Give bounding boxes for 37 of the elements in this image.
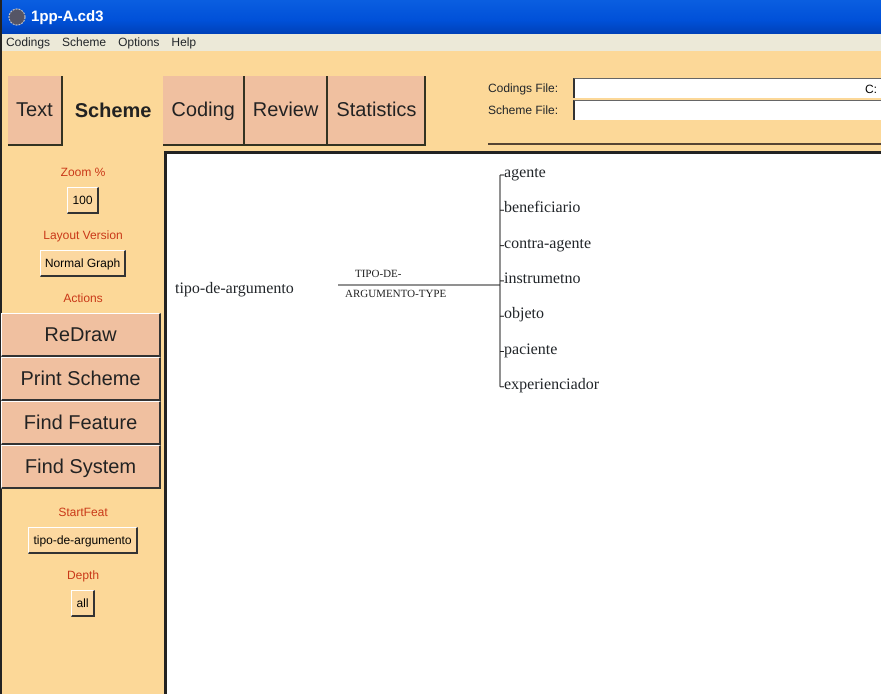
section-label: Zoom % <box>60 164 106 181</box>
menu-item[interactable]: Options <box>118 35 160 50</box>
field-label: Codings File: <box>488 80 560 97</box>
action-button[interactable]: Find System <box>1 445 161 489</box>
menu-item[interactable]: Codings <box>6 35 50 50</box>
window-title: 1pp-A.cd3 <box>31 6 104 27</box>
option-button[interactable]: all <box>71 590 94 617</box>
tree-node[interactable]: contra-agente <box>504 234 592 254</box>
file-input-field[interactable] <box>573 100 881 120</box>
tab[interactable]: Coding <box>163 76 245 146</box>
tree-node[interactable]: paciente <box>504 340 558 360</box>
edge-label: ARGUMENTO-TYPE <box>345 287 446 301</box>
option-button[interactable]: tipo-de-argumento <box>28 527 138 554</box>
tab[interactable]: Review <box>244 76 328 146</box>
tab[interactable]: Statistics <box>328 76 426 146</box>
file-input-field[interactable]: C: <box>573 78 881 98</box>
field-label: Scheme File: <box>488 102 560 119</box>
app-icon <box>8 8 26 26</box>
section-label: StartFeat <box>58 504 108 521</box>
tree-node[interactable]: agente <box>504 163 546 183</box>
tree-node[interactable]: experienciador <box>504 374 600 395</box>
action-button[interactable]: ReDraw <box>1 313 161 357</box>
tree-node[interactable]: instrumetno <box>504 268 580 289</box>
menu-item[interactable]: Help <box>171 35 196 50</box>
action-button[interactable]: Print Scheme <box>1 357 161 401</box>
option-button[interactable]: Normal Graph <box>40 250 126 277</box>
section-label: Actions <box>63 290 103 307</box>
action-button[interactable]: Find Feature <box>1 401 161 445</box>
section-label: Layout Version <box>43 227 123 244</box>
edge-label: TIPO-DE- <box>355 267 402 281</box>
section-label: Depth <box>66 567 100 584</box>
tree-node[interactable]: objeto <box>504 304 544 324</box>
tree-node[interactable]: beneficiario <box>504 198 580 218</box>
menu-item[interactable]: Scheme <box>62 35 106 50</box>
option-button[interactable]: 100 <box>67 187 99 214</box>
tree-node[interactable]: tipo-de-argumento <box>175 279 294 299</box>
tab[interactable]: Text <box>8 76 63 146</box>
